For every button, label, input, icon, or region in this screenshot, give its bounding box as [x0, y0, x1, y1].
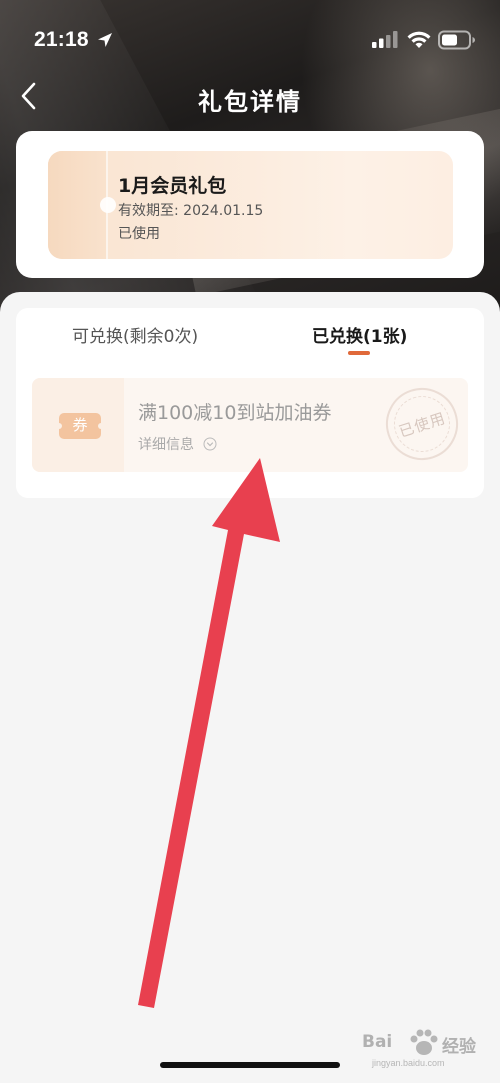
gift-name: 1月会员礼包	[118, 175, 227, 197]
status-bar: 21:18	[0, 0, 500, 80]
tab-available[interactable]: 可兑换(剩余0次)	[72, 322, 198, 347]
coupon-title: 满100减10到站加油券	[138, 402, 332, 424]
watermark-url: jingyan.baidu.com	[372, 1058, 445, 1068]
status-time: 21:18	[34, 28, 89, 51]
page-title: 礼包详情	[198, 88, 302, 116]
gift-validity: 有效期至: 2024.01.15	[118, 203, 264, 219]
chevron-down-circle-icon[interactable]	[203, 437, 217, 451]
home-indicator	[160, 1062, 340, 1068]
paw-logo-icon	[410, 1029, 438, 1055]
location-arrow-icon	[98, 33, 112, 47]
wifi-icon	[407, 31, 431, 48]
watermark-brand: Bai	[362, 1032, 393, 1052]
watermark-suffix: 经验	[442, 1037, 476, 1057]
active-tab-indicator	[348, 351, 370, 355]
coupon-badge-label: 券	[72, 416, 88, 434]
annotation-arrow	[138, 458, 280, 1008]
tab-redeemed[interactable]: 已兑换(1张)	[312, 322, 407, 347]
cellular-signal-icon	[372, 31, 398, 48]
battery-icon	[438, 30, 475, 50]
gift-status: 已使用	[118, 226, 160, 242]
